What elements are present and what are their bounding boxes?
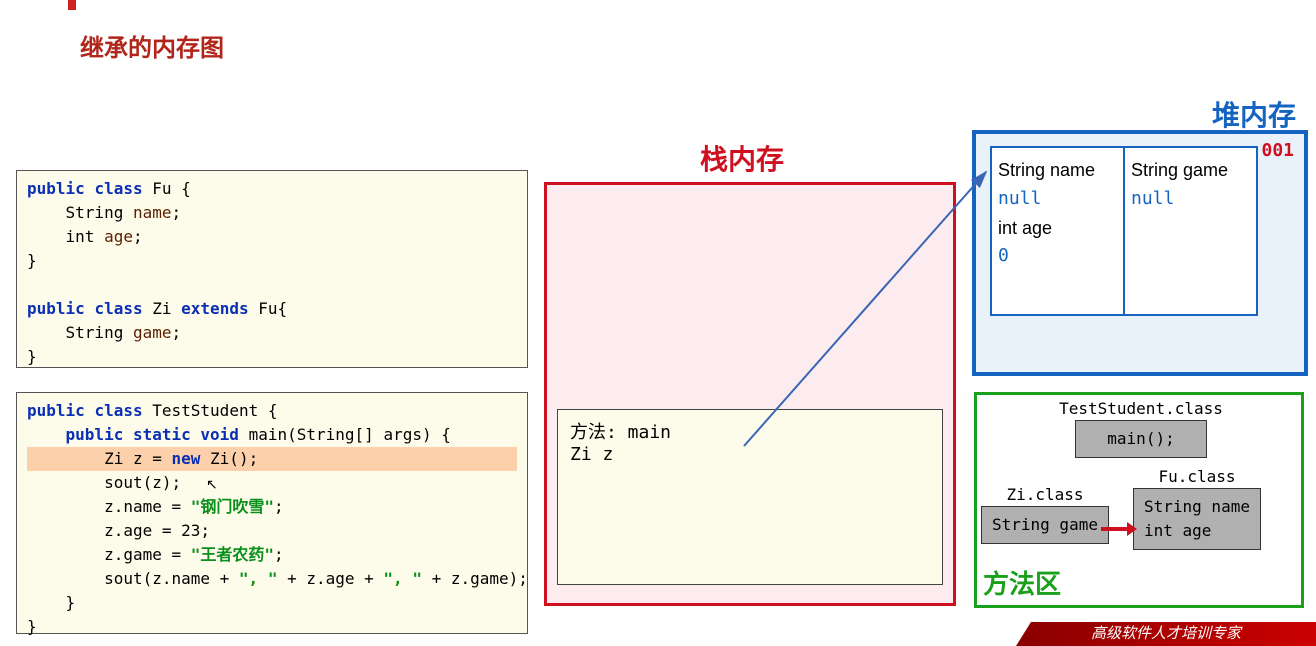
code: z.age = 23; bbox=[27, 521, 210, 540]
footer-banner: 高级软件人才培训专家 bbox=[1016, 622, 1316, 646]
code: } bbox=[27, 251, 37, 270]
code: + z.game); bbox=[422, 569, 528, 588]
kw: void bbox=[200, 425, 239, 444]
class-name: Fu.class bbox=[1133, 467, 1261, 486]
str: "王者农药" bbox=[191, 545, 274, 564]
field: String game bbox=[1131, 156, 1250, 185]
code: z.game = bbox=[27, 545, 191, 564]
code: Zi bbox=[152, 299, 171, 318]
code: Fu { bbox=[152, 179, 191, 198]
zi-class-block: Zi.class String game bbox=[981, 485, 1109, 544]
heap-memory-label: 堆内存 bbox=[1212, 94, 1296, 134]
kw: public bbox=[27, 425, 123, 444]
heap-col-zi: String game null bbox=[1125, 148, 1256, 314]
str: ", " bbox=[239, 569, 278, 588]
code: TestStudent { bbox=[152, 401, 277, 420]
code: sout(z); bbox=[27, 473, 181, 492]
frame-line: 方法: main bbox=[570, 422, 671, 443]
stack-frame-main: 方法: main Zi z bbox=[557, 409, 943, 585]
code: } bbox=[27, 593, 75, 612]
heap-col-fu: String name null int age 0 bbox=[992, 148, 1125, 314]
class-body: main(); bbox=[1075, 420, 1207, 458]
var: game bbox=[133, 323, 172, 342]
method-area-box: TestStudent.class main(); Zi.class Strin… bbox=[974, 392, 1304, 608]
kw: public bbox=[27, 299, 85, 318]
value: 0 bbox=[998, 242, 1117, 271]
heap-object-table: String name null int age 0 String game n… bbox=[990, 146, 1258, 316]
var: age bbox=[104, 227, 133, 246]
code: ; bbox=[274, 497, 284, 516]
class-body: String name int age bbox=[1133, 488, 1261, 550]
code: } bbox=[27, 617, 37, 636]
kw: public bbox=[27, 179, 85, 198]
code: ; bbox=[274, 545, 284, 564]
class-name: TestStudent.class bbox=[1041, 399, 1241, 418]
highlighted-line: Zi z = new Zi(); bbox=[27, 447, 517, 471]
kw: static bbox=[133, 425, 191, 444]
page-title: 继承的内存图 bbox=[80, 28, 224, 63]
stack-memory-label: 栈内存 bbox=[700, 138, 784, 178]
kw: class bbox=[94, 401, 142, 420]
code-block-fu-zi: public class Fu { String name; int age; … bbox=[16, 170, 528, 368]
field: String name bbox=[998, 156, 1117, 185]
class-body: String game bbox=[981, 506, 1109, 544]
kw: class bbox=[94, 299, 142, 318]
str: ", " bbox=[383, 569, 422, 588]
slide-accent bbox=[68, 0, 76, 10]
value: null bbox=[1131, 185, 1250, 214]
fu-class-block: Fu.class String name int age bbox=[1133, 467, 1261, 550]
kw: extends bbox=[181, 299, 248, 318]
code: main(String[] args) { bbox=[249, 425, 451, 444]
code: String bbox=[27, 323, 133, 342]
code: Zi z = bbox=[27, 449, 172, 468]
class-name: Zi.class bbox=[981, 485, 1109, 504]
code: z.name = bbox=[27, 497, 191, 516]
kw: public bbox=[27, 401, 85, 420]
value: null bbox=[998, 185, 1117, 214]
heap-object-address: 001 bbox=[1261, 140, 1294, 161]
code: int bbox=[27, 227, 104, 246]
method-area-label: 方法区 bbox=[983, 564, 1061, 601]
code-block-teststudent: public class TestStudent { public static… bbox=[16, 392, 528, 634]
var: name bbox=[133, 203, 172, 222]
code: String bbox=[27, 203, 133, 222]
teststudent-class-block: TestStudent.class main(); bbox=[1041, 399, 1241, 458]
code: } bbox=[27, 347, 37, 366]
code: Zi(); bbox=[200, 449, 258, 468]
extends-arrow-icon bbox=[1101, 527, 1129, 531]
code: Fu{ bbox=[258, 299, 287, 318]
stack-memory-box: 方法: main Zi z 001 bbox=[544, 182, 956, 606]
kw: new bbox=[172, 449, 201, 468]
field: int age bbox=[998, 214, 1117, 243]
kw: class bbox=[94, 179, 142, 198]
cursor-icon: ↖ bbox=[206, 476, 218, 493]
heap-memory-box: 001 String name null int age 0 String ga… bbox=[972, 130, 1308, 376]
frame-line: Zi z bbox=[570, 444, 613, 465]
code: + z.age + bbox=[277, 569, 383, 588]
code: sout(z.name + bbox=[27, 569, 239, 588]
str: "钢门吹雪" bbox=[191, 497, 274, 516]
